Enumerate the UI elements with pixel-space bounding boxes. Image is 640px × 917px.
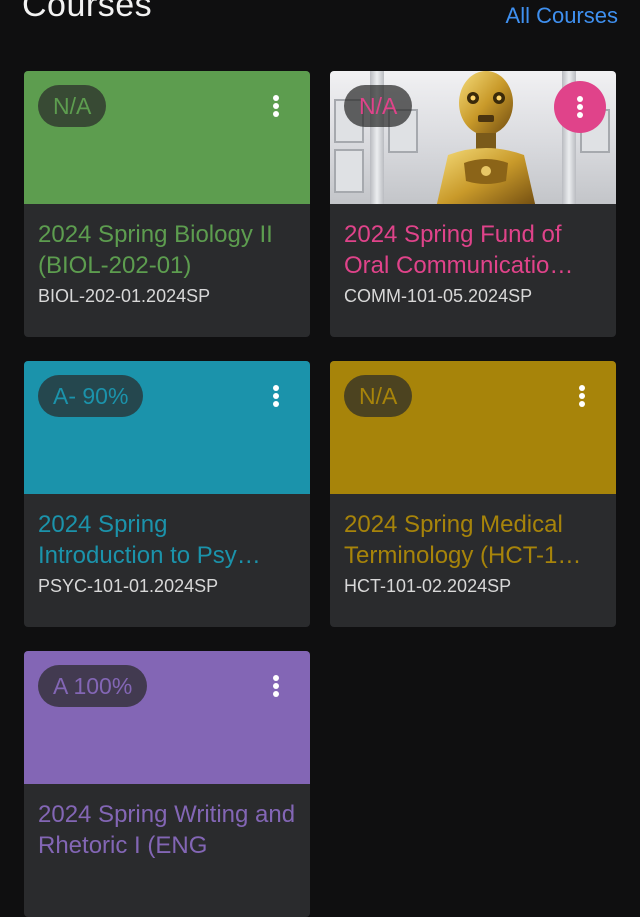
grade-badge: A- 90% bbox=[38, 375, 144, 417]
more-vert-icon[interactable] bbox=[256, 85, 296, 127]
grade-badge: N/A bbox=[344, 85, 413, 127]
robot-figure-image bbox=[436, 71, 536, 204]
course-code: HCT-101-02.2024SP bbox=[344, 576, 512, 596]
course-card-writing[interactable]: A 100% 2024 Spring Writing and Rhetoric … bbox=[24, 651, 310, 917]
course-card-oral-communication[interactable]: N/A 2024 Spring Fund of Oral Communicati… bbox=[330, 71, 616, 337]
more-vert-icon[interactable] bbox=[256, 375, 296, 417]
header: Courses All Courses bbox=[0, 0, 640, 60]
more-vert-icon[interactable] bbox=[554, 81, 606, 133]
course-title[interactable]: 2024 Spring Writing and Rhetoric I (ENG bbox=[38, 799, 298, 861]
course-title[interactable]: 2024 Spring Medical Terminology (HCT-1… bbox=[344, 509, 604, 571]
page-title: Courses bbox=[22, 0, 153, 24]
more-vert-icon[interactable] bbox=[256, 665, 296, 707]
all-courses-link[interactable]: All Courses bbox=[506, 3, 618, 29]
course-card-medical-terminology[interactable]: N/A 2024 Spring Medical Terminology (HCT… bbox=[330, 361, 616, 627]
grade-badge: N/A bbox=[38, 85, 107, 127]
course-card-psychology[interactable]: A- 90% 2024 Spring Introduction to Psy… … bbox=[24, 361, 310, 627]
course-code: PSYC-101-01.2024SP bbox=[38, 576, 219, 596]
grade-badge: A 100% bbox=[38, 665, 148, 707]
course-code: COMM-101-05.2024SP bbox=[344, 286, 533, 306]
course-title[interactable]: 2024 Spring Biology II (BIOL-202-01) bbox=[38, 219, 298, 281]
more-vert-icon[interactable] bbox=[562, 375, 602, 417]
course-title[interactable]: 2024 Spring Fund of Oral Communicatio… bbox=[344, 219, 604, 281]
grade-badge: N/A bbox=[344, 375, 413, 417]
course-card-biology[interactable]: N/A 2024 Spring Biology II (BIOL-202-01)… bbox=[24, 71, 310, 337]
course-code: BIOL-202-01.2024SP bbox=[38, 286, 211, 306]
course-title[interactable]: 2024 Spring Introduction to Psy… bbox=[38, 509, 298, 571]
